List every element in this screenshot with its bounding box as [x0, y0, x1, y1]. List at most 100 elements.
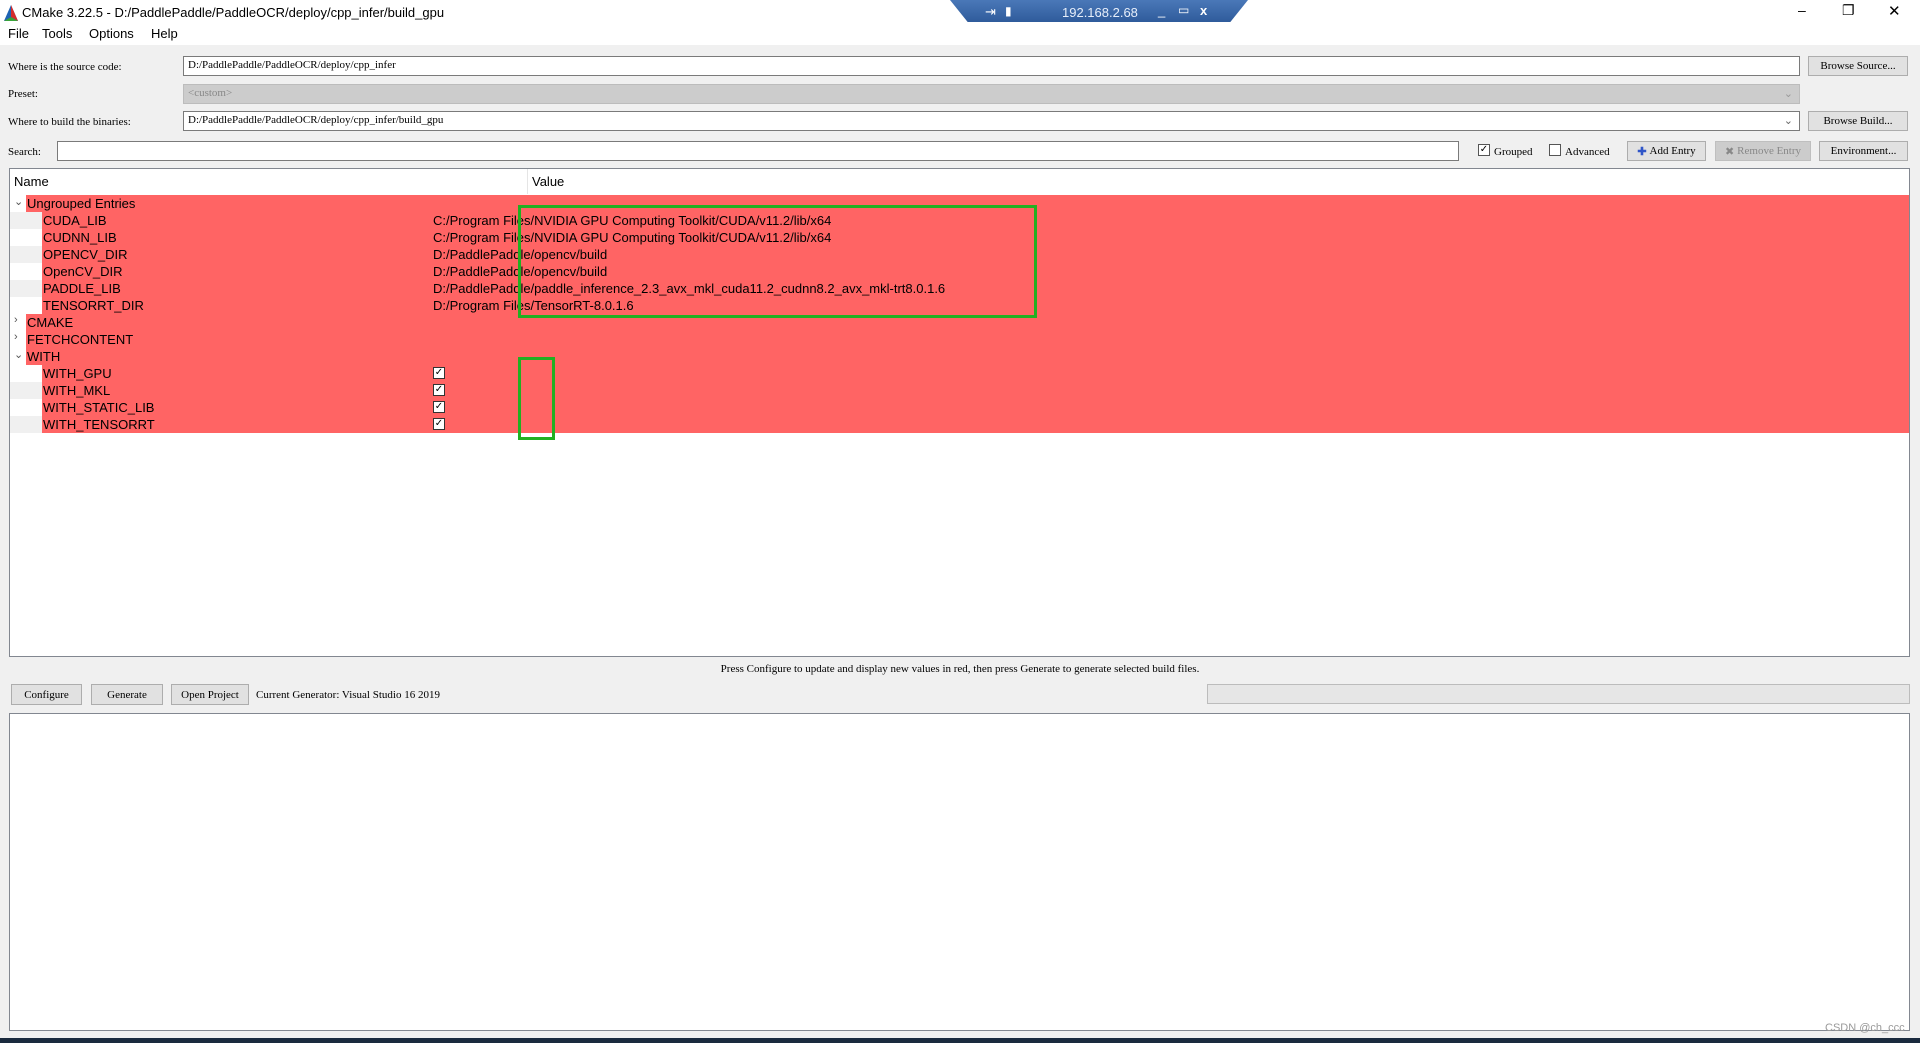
current-generator: Current Generator: Visual Studio 16 2019 — [256, 689, 440, 701]
entry-name: WITH_MKL — [43, 383, 111, 398]
entry-checkbox[interactable]: ✓ — [433, 384, 445, 396]
remove-icon: ✖ — [1724, 145, 1735, 158]
chevron-down-icon: ⌄ — [1783, 88, 1793, 100]
watermark: CSDN @ch_ccc — [1825, 1022, 1905, 1034]
changed-highlight — [26, 348, 1909, 365]
build-value: D:/PaddlePaddle/PaddleOCR/deploy/cpp_inf… — [188, 114, 444, 126]
cmake-logo-icon — [4, 5, 18, 21]
advanced-checkbox[interactable] — [1549, 144, 1561, 156]
menu-options[interactable]: Options — [89, 26, 134, 41]
signal-icon: ▮ — [1005, 4, 1012, 18]
entry-name: WITH_STATIC_LIB — [43, 400, 155, 415]
progress-bar — [1207, 684, 1910, 704]
plus-icon: ✚ — [1637, 145, 1647, 158]
row-indent — [10, 212, 42, 229]
pin-icon[interactable]: ⇥ — [985, 4, 996, 20]
changed-highlight — [42, 399, 1909, 416]
remote-minimize-icon[interactable]: _ — [1158, 3, 1165, 18]
tree-group-row[interactable]: › FETCHCONTENT — [10, 331, 1909, 348]
row-indent — [10, 365, 42, 382]
tree-group-row[interactable]: ⌄ WITH — [10, 348, 1909, 365]
row-indent — [10, 382, 42, 399]
build-input[interactable]: D:/PaddlePaddle/PaddleOCR/deploy/cpp_inf… — [183, 111, 1800, 131]
entry-checkbox[interactable]: ✓ — [433, 401, 445, 413]
preset-value: <custom> — [188, 87, 233, 99]
minimize-icon[interactable]: – — [1798, 2, 1806, 18]
add-entry-label: Add Entry — [1649, 145, 1696, 157]
taskbar-edge — [0, 1038, 1920, 1043]
changed-highlight — [26, 331, 1909, 348]
advanced-label: Advanced — [1565, 146, 1610, 158]
output-log[interactable] — [9, 713, 1910, 1031]
menu-help[interactable]: Help — [151, 26, 178, 41]
status-message: Press Configure to update and display ne… — [720, 663, 1200, 675]
generate-button[interactable]: Generate — [91, 684, 163, 705]
tree-entry-row[interactable]: WITH_MKL ✓ — [10, 382, 1909, 399]
entry-name: CMAKE — [27, 315, 74, 330]
entry-name: CUDNN_LIB — [43, 230, 117, 245]
row-indent — [10, 229, 42, 246]
row-indent — [10, 263, 42, 280]
remote-ip: 192.168.2.68 — [1062, 5, 1138, 20]
entry-name: WITH — [27, 349, 61, 364]
grouped-label: Grouped — [1494, 146, 1533, 158]
open-project-button[interactable]: Open Project — [171, 684, 249, 705]
tree-entry-row[interactable]: WITH_STATIC_LIB ✓ — [10, 399, 1909, 416]
browse-build-button[interactable]: Browse Build... — [1808, 111, 1908, 131]
entry-name: PADDLE_LIB — [43, 281, 121, 296]
header-value[interactable]: Value — [532, 174, 564, 189]
entry-name: WITH_GPU — [43, 366, 112, 381]
entry-checkbox[interactable]: ✓ — [433, 367, 445, 379]
entry-name: WITH_TENSORRT — [43, 417, 155, 432]
search-label: Search: — [8, 146, 41, 158]
menu-file[interactable]: File — [8, 26, 29, 41]
environment-button[interactable]: Environment... — [1819, 141, 1908, 161]
preset-label: Preset: — [8, 88, 38, 100]
chevron-right-icon[interactable]: › — [14, 314, 18, 326]
close-icon[interactable]: ✕ — [1888, 2, 1901, 20]
cache-tree[interactable]: Name Value ⌄ Ungrouped Entries CUDA_LIB C:/… — [9, 168, 1910, 657]
tree-entry-row[interactable]: WITH_GPU ✓ — [10, 365, 1909, 382]
row-indent — [10, 416, 42, 433]
menu-bar: File Tools Options Help — [0, 22, 1920, 45]
row-indent — [10, 280, 42, 297]
search-input[interactable] — [57, 141, 1459, 161]
source-label: Where is the source code: — [8, 61, 122, 73]
entry-checkbox[interactable]: ✓ — [433, 418, 445, 430]
row-indent — [10, 399, 42, 416]
annotation-box-checkboxes — [518, 357, 555, 440]
build-label: Where to build the binaries: — [8, 116, 131, 128]
remote-close-icon[interactable]: x — [1200, 3, 1207, 18]
chevron-right-icon[interactable]: › — [14, 331, 18, 343]
entry-name: CUDA_LIB — [43, 213, 107, 228]
header-name[interactable]: Name — [14, 174, 49, 189]
entry-name: TENSORRT_DIR — [43, 298, 144, 313]
row-indent — [10, 297, 42, 314]
changed-highlight — [42, 382, 1909, 399]
remove-entry-button: ✖ Remove Entry — [1715, 141, 1811, 161]
entry-name: Ungrouped Entries — [27, 196, 136, 211]
tree-entry-row[interactable]: WITH_TENSORRT ✓ — [10, 416, 1909, 433]
add-entry-button[interactable]: ✚ Add Entry — [1627, 141, 1706, 161]
entry-name: OPENCV_DIR — [43, 247, 128, 262]
menu-tools[interactable]: Tools — [42, 26, 72, 41]
configure-button[interactable]: Configure — [11, 684, 82, 705]
chevron-down-icon[interactable]: ⌄ — [14, 348, 23, 361]
grouped-checkbox[interactable]: ✓ — [1478, 144, 1490, 156]
entry-name: OpenCV_DIR — [43, 264, 123, 279]
remove-entry-label: Remove Entry — [1737, 145, 1802, 157]
changed-highlight — [42, 416, 1909, 433]
remote-restore-icon[interactable]: ▭ — [1178, 3, 1189, 17]
preset-select[interactable]: <custom> ⌄ — [183, 84, 1800, 104]
browse-source-button[interactable]: Browse Source... — [1808, 56, 1908, 76]
column-divider[interactable] — [527, 169, 528, 194]
chevron-down-icon[interactable]: ⌄ — [1784, 114, 1793, 127]
entry-name: FETCHCONTENT — [27, 332, 134, 347]
changed-highlight — [42, 365, 1909, 382]
annotation-box-paths — [518, 205, 1037, 318]
row-indent — [10, 246, 42, 263]
source-input[interactable]: D:/PaddlePaddle/PaddleOCR/deploy/cpp_inf… — [183, 56, 1800, 76]
window-title: CMake 3.22.5 - D:/PaddlePaddle/PaddleOCR… — [22, 5, 445, 20]
restore-icon[interactable]: ❐ — [1842, 2, 1855, 19]
chevron-down-icon[interactable]: ⌄ — [14, 195, 23, 208]
